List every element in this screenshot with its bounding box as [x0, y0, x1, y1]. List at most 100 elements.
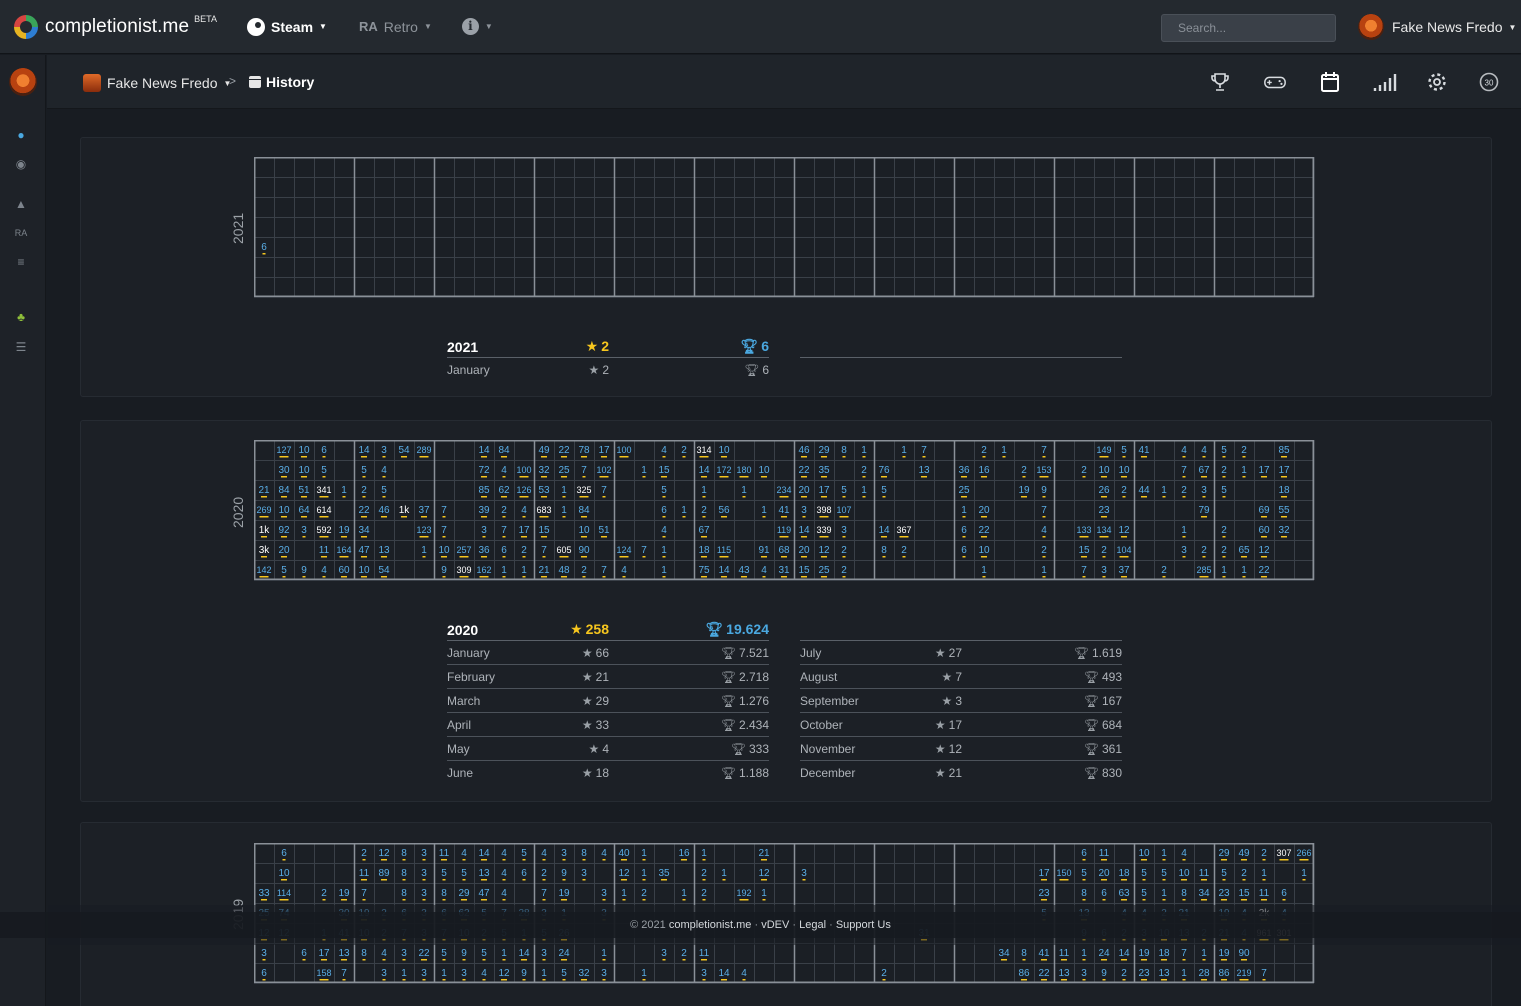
day-cell-marker [522, 979, 526, 981]
day-cell-value: 22 [978, 525, 990, 536]
day-cell-value: 162 [476, 565, 491, 575]
day-cell-marker [1261, 476, 1267, 478]
day-cell-value: 39 [478, 505, 490, 516]
day-cell-marker [682, 456, 686, 458]
retro-menu[interactable]: RA Retro ▼ [359, 19, 432, 35]
day-cell-marker [361, 556, 367, 558]
day-cell-value: 9 [441, 565, 447, 576]
day-cell-value: 6 [301, 948, 307, 959]
day-cell-value: 15 [1078, 545, 1090, 556]
day-cell-marker [1101, 516, 1107, 518]
month-stars: ★ 7 [908, 670, 962, 684]
breadcrumb-user[interactable]: Fake News Fredo ▼ [83, 74, 231, 92]
sliders-icon[interactable]: ≡ [14, 255, 28, 269]
day-cell-value: 9 [561, 868, 567, 879]
contribution-grid-2020: 127 10 6 14 3 54 289 14 84 49 22 78 17 100 4 2 314 10 46 29… [254, 440, 1315, 581]
steam-icon[interactable]: ◉ [14, 157, 28, 171]
footer-support-link[interactable]: Support Us [836, 919, 891, 931]
day-cell-marker [442, 899, 446, 901]
day-cell-value: 2 [361, 848, 367, 859]
day-cell-value: 67 [1198, 465, 1210, 476]
page-title: History [266, 74, 315, 90]
day-cell-marker [601, 536, 607, 538]
day-cell-marker [279, 456, 289, 458]
signal-bars-icon[interactable] [1373, 70, 1397, 94]
day-cell-value: 21 [538, 565, 550, 576]
footer-site-link[interactable]: completionist.me [669, 919, 752, 931]
day-cell-marker [462, 859, 466, 861]
star-icon: ★ [581, 717, 593, 732]
day-cell-marker [481, 476, 487, 478]
user-icon[interactable]: ● [14, 128, 28, 142]
info-menu[interactable]: i ▼ [461, 18, 493, 35]
trophy-icon[interactable] [1208, 70, 1232, 94]
month-label: February [447, 669, 496, 684]
day-cell-value: 150 [1056, 868, 1071, 878]
day-cell-value: 149 [1096, 445, 1111, 455]
community-icon[interactable]: ♣ [14, 310, 28, 324]
day-cell-value: 13 [1058, 968, 1070, 979]
day-cell-value: 49 [1238, 848, 1250, 859]
day-cell-value: 1 [341, 485, 347, 496]
search-input[interactable]: Search... [1161, 14, 1336, 42]
sidebar-avatar[interactable] [9, 68, 37, 96]
user-menu[interactable]: Fake News Fredo ▼ [1358, 14, 1516, 40]
calendar-icon[interactable] [1318, 70, 1342, 94]
month-trophies-value: 361 [1101, 741, 1122, 756]
month-label: January [447, 363, 490, 377]
day-cell-value: 5 [1221, 445, 1227, 456]
day-cell-value: 6 [661, 505, 667, 516]
day-cell-value: 12 [818, 545, 830, 556]
month-label: January [447, 645, 490, 660]
trophy-icon: 🏆︎ [720, 766, 736, 780]
day-cell-value: 2 [541, 868, 547, 879]
retro-icon[interactable]: RA [14, 226, 28, 240]
day-cell-marker [541, 536, 547, 538]
day-cell-value: 234 [776, 485, 791, 495]
day-cell-value: 22 [358, 505, 370, 516]
day-cell-value: 2 [501, 505, 507, 516]
day-cell-value: 4 [501, 848, 507, 859]
day-cell-marker [602, 859, 606, 861]
day-cell-marker [1121, 879, 1127, 881]
day-cell-marker [542, 879, 546, 881]
day-cell-marker [461, 899, 467, 901]
day-cell-value: 86 [1018, 968, 1030, 979]
day-cell-marker [281, 476, 287, 478]
trophy-icon: 🏆︎ [1083, 669, 1099, 684]
day-cell-marker [1222, 476, 1226, 478]
day-cell-value: 2 [861, 465, 867, 476]
mountain-icon[interactable]: ▲ [14, 197, 28, 211]
footer-legal-link[interactable]: Legal [799, 919, 826, 931]
brand-link[interactable]: completionist.me BETA [14, 0, 217, 54]
steam-menu[interactable]: Steam ▼ [247, 17, 327, 36]
day-cell-marker [281, 556, 287, 558]
day-cell-marker [1202, 496, 1206, 498]
gear-icon[interactable] [1425, 70, 1449, 94]
database-icon[interactable]: ☰ [14, 340, 28, 354]
history-30-icon[interactable]: 30 [1477, 70, 1501, 94]
day-cell-marker [662, 516, 666, 518]
day-cell-marker [259, 576, 269, 578]
day-cell-marker [381, 859, 387, 861]
month-label: December [800, 766, 856, 780]
day-cell-marker [721, 456, 727, 458]
day-cell-value: 67 [698, 525, 710, 536]
day-cell-value: 4 [501, 888, 507, 899]
gamepad-icon[interactable] [1263, 70, 1287, 94]
day-cell-marker [442, 959, 446, 961]
day-cell-marker [382, 496, 386, 498]
day-cell-value: 6 [1281, 888, 1287, 899]
month-stars: ★ 29 [555, 694, 609, 708]
day-cell-value: 1 [641, 848, 647, 859]
day-cell-marker [821, 576, 827, 578]
footer-vdev-link[interactable]: vDEV [761, 919, 789, 931]
day-cell-marker [1122, 456, 1126, 458]
month-stars-value: 33 [595, 717, 609, 732]
month-trophies-value: 1.188 [738, 766, 769, 780]
day-cell-marker [1199, 576, 1209, 578]
day-cell-marker [521, 536, 527, 538]
day-cell-marker [842, 456, 846, 458]
day-cell-marker [722, 879, 726, 881]
month-row: April ★ 33 🏆︎ 2.434 [447, 713, 769, 737]
